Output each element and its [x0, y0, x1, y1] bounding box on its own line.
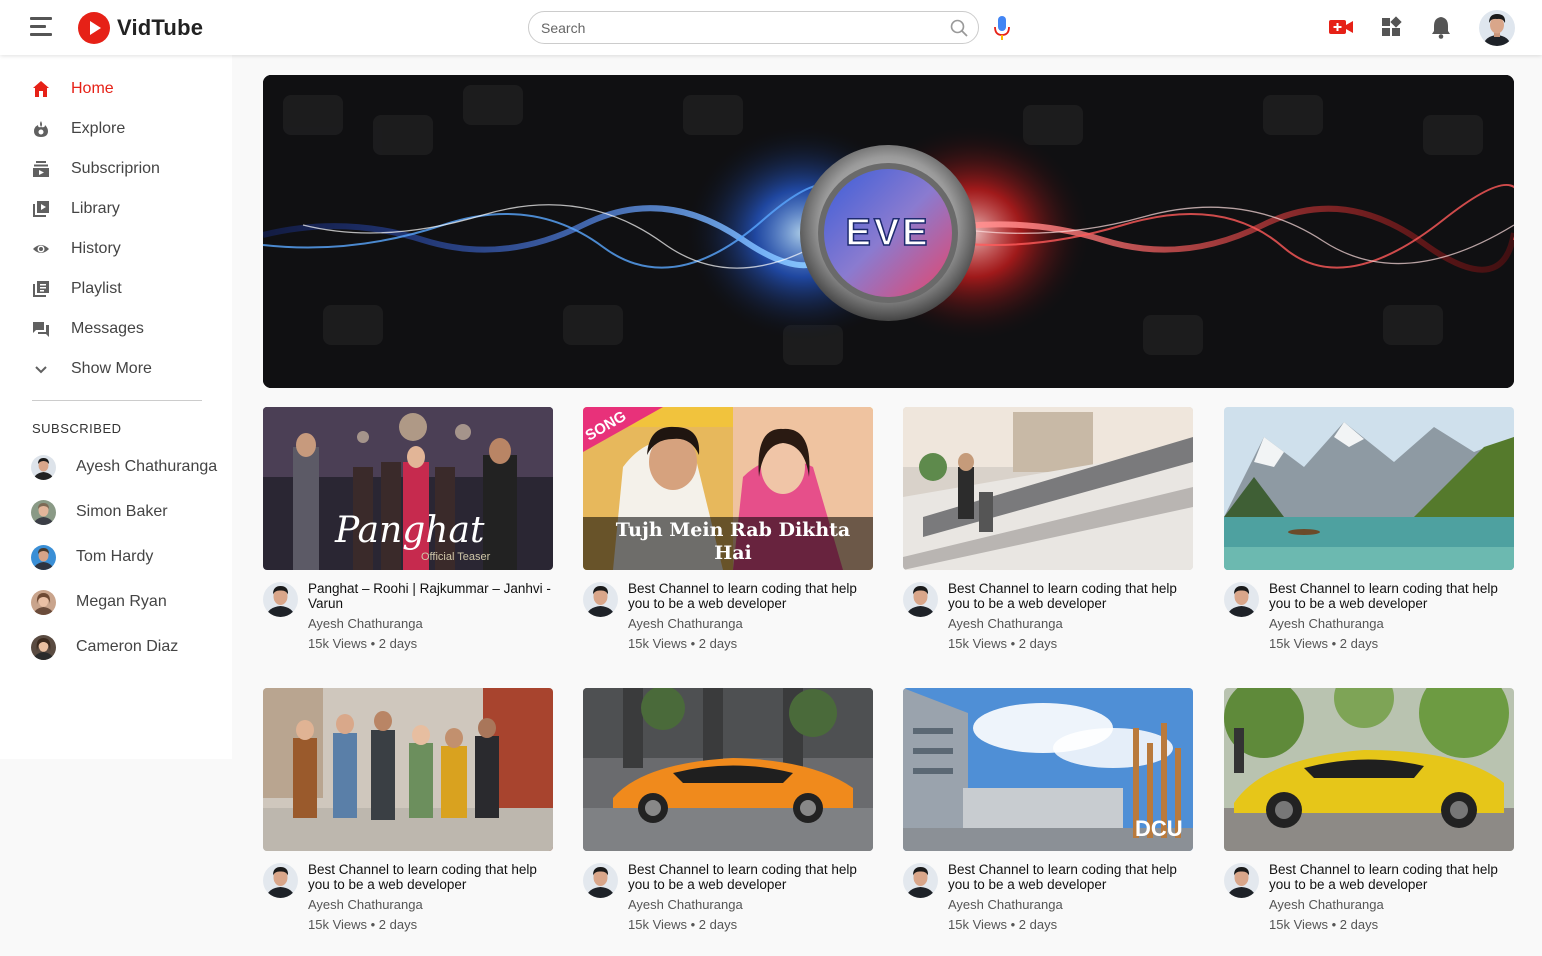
- video-meta: 15k Views • 2 days: [308, 636, 418, 651]
- sidebar-item-home[interactable]: Home: [0, 69, 232, 109]
- subscribed-heading: SUBSCRIBED: [32, 421, 122, 436]
- video-meta: 15k Views • 2 days: [308, 917, 418, 932]
- video-card[interactable]: Best Channel to learn coding that help y…: [583, 688, 873, 948]
- video-channel[interactable]: Ayesh Chathuranga: [628, 616, 743, 631]
- video-thumbnail[interactable]: DCU: [903, 688, 1193, 851]
- search-input[interactable]: [541, 18, 941, 38]
- video-card[interactable]: SONG Tujh Mein Rab Dikhta Hai Best Chann…: [583, 407, 873, 667]
- video-card[interactable]: Panghat Official Teaser Panghat – Roohi …: [263, 407, 553, 667]
- channel-avatar[interactable]: [263, 863, 298, 898]
- sidebar-item-history[interactable]: History: [0, 229, 232, 269]
- playlist-icon: [33, 281, 49, 297]
- app-name: VidTube: [117, 15, 204, 40]
- fire-icon: [34, 121, 48, 137]
- video-title[interactable]: Best Channel to learn coding that help y…: [628, 581, 873, 611]
- video-title[interactable]: Best Channel to learn coding that help y…: [948, 862, 1193, 892]
- top-bar: VidTube: [0, 0, 1542, 55]
- video-meta: 15k Views • 2 days: [948, 636, 1058, 651]
- subscription-item[interactable]: Tom Hardy: [0, 540, 232, 576]
- subscriptions-icon: [33, 161, 49, 177]
- search-box: [528, 11, 979, 44]
- channel-banner[interactable]: EVE: [263, 75, 1514, 388]
- sidebar: Home Explore Subscriprion Library Histor…: [0, 55, 232, 759]
- video-card[interactable]: Best Channel to learn coding that help y…: [1224, 407, 1514, 667]
- vidtube-logo[interactable]: VidTube: [78, 12, 203, 44]
- video-channel[interactable]: Ayesh Chathuranga: [948, 897, 1063, 912]
- channel-avatar: [31, 500, 56, 525]
- video-channel[interactable]: Ayesh Chathuranga: [1269, 897, 1384, 912]
- video-title[interactable]: Best Channel to learn coding that help y…: [628, 862, 873, 892]
- video-channel[interactable]: Ayesh Chathuranga: [308, 616, 423, 631]
- sidebar-item-explore[interactable]: Explore: [0, 109, 232, 149]
- subscription-item[interactable]: Ayesh Chathuranga: [0, 450, 232, 486]
- video-thumbnail[interactable]: SONG Tujh Mein Rab Dikhta Hai: [583, 407, 873, 570]
- video-thumbnail[interactable]: [263, 688, 553, 851]
- video-thumbnail[interactable]: Panghat Official Teaser: [263, 407, 553, 570]
- channel-avatar[interactable]: [903, 582, 938, 617]
- library-icon: [33, 201, 49, 217]
- video-title[interactable]: Best Channel to learn coding that help y…: [948, 581, 1193, 611]
- search-icon[interactable]: [949, 18, 969, 38]
- subscription-item[interactable]: Simon Baker: [0, 495, 232, 531]
- mic-icon[interactable]: [992, 15, 1012, 41]
- channel-avatar: [31, 590, 56, 615]
- video-card[interactable]: DCU Best Channel to learn coding that he…: [903, 688, 1193, 948]
- channel-avatar: [31, 635, 56, 660]
- channel-avatar: [31, 455, 56, 480]
- thumbnail-title: DCU: [1135, 816, 1183, 841]
- notifications-bell-icon[interactable]: [1428, 14, 1454, 40]
- sidebar-item-show-more[interactable]: Show More: [0, 349, 232, 389]
- video-card[interactable]: Best Channel to learn coding that help y…: [1224, 688, 1514, 948]
- video-title[interactable]: Panghat – Roohi | Rajkummar – Janhvi - V…: [308, 581, 553, 611]
- sidebar-item-messages[interactable]: Messages: [0, 309, 232, 349]
- video-title[interactable]: Best Channel to learn coding that help y…: [308, 862, 553, 892]
- messages-icon: [33, 322, 49, 337]
- channel-avatar[interactable]: [1224, 863, 1259, 898]
- video-meta: 15k Views • 2 days: [628, 636, 738, 651]
- video-channel[interactable]: Ayesh Chathuranga: [628, 897, 743, 912]
- video-thumbnail[interactable]: [903, 407, 1193, 570]
- channel-avatar[interactable]: [903, 863, 938, 898]
- sidebar-divider: [32, 400, 202, 401]
- apps-icon[interactable]: [1378, 14, 1404, 40]
- video-meta: 15k Views • 2 days: [1269, 636, 1379, 651]
- video-card[interactable]: Best Channel to learn coding that help y…: [903, 407, 1193, 667]
- thumbnail-subtitle: Official Teaser: [421, 551, 491, 563]
- video-meta: 15k Views • 2 days: [948, 917, 1058, 932]
- history-icon: [33, 245, 49, 253]
- video-title[interactable]: Best Channel to learn coding that help y…: [1269, 581, 1514, 611]
- chevron-down-icon: [35, 366, 47, 374]
- user-avatar[interactable]: [1479, 10, 1515, 46]
- sidebar-item-library[interactable]: Library: [0, 189, 232, 229]
- thumbnail-title: Tujh Mein Rab Dikhta Hai: [615, 519, 851, 564]
- video-title[interactable]: Best Channel to learn coding that help y…: [1269, 862, 1514, 892]
- subscription-item[interactable]: Cameron Diaz: [0, 630, 232, 666]
- video-meta: 15k Views • 2 days: [1269, 917, 1379, 932]
- video-thumbnail[interactable]: [1224, 407, 1514, 570]
- create-video-icon[interactable]: [1328, 14, 1354, 40]
- home-icon: [33, 81, 49, 97]
- channel-avatar[interactable]: [1224, 582, 1259, 617]
- channel-avatar: [31, 545, 56, 570]
- thumbnail-title: Panghat: [334, 510, 485, 551]
- banner-logo-text: EVE: [845, 212, 930, 254]
- play-logo-icon: [78, 12, 110, 44]
- video-thumbnail[interactable]: [1224, 688, 1514, 851]
- video-thumbnail[interactable]: [583, 688, 873, 851]
- subscription-item[interactable]: Megan Ryan: [0, 585, 232, 621]
- video-channel[interactable]: Ayesh Chathuranga: [308, 897, 423, 912]
- video-card[interactable]: Best Channel to learn coding that help y…: [263, 688, 553, 948]
- video-channel[interactable]: Ayesh Chathuranga: [1269, 616, 1384, 631]
- channel-avatar[interactable]: [583, 863, 618, 898]
- sidebar-item-subscription[interactable]: Subscriprion: [0, 149, 232, 189]
- sidebar-item-playlist[interactable]: Playlist: [0, 269, 232, 309]
- menu-icon[interactable]: [30, 17, 54, 37]
- video-channel[interactable]: Ayesh Chathuranga: [948, 616, 1063, 631]
- channel-avatar[interactable]: [263, 582, 298, 617]
- channel-avatar[interactable]: [583, 582, 618, 617]
- video-meta: 15k Views • 2 days: [628, 917, 738, 932]
